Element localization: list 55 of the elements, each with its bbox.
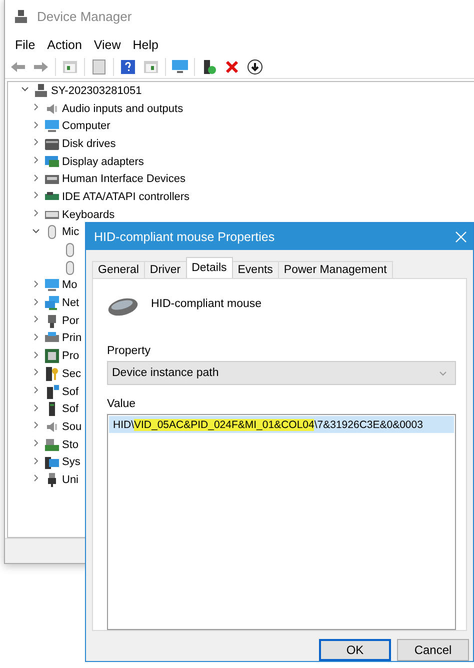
monitor-icon[interactable] xyxy=(171,58,189,76)
tree-item[interactable]: Sto xyxy=(62,438,79,451)
list-item[interactable]: HID\VID_05AC&PID_024F&MI_01&COL04\7&31926C3E&0&0003 xyxy=(109,416,454,433)
network-icon xyxy=(44,295,60,312)
computer-icon xyxy=(33,82,49,99)
tab[interactable]: Details xyxy=(186,257,233,278)
window-icon[interactable] xyxy=(142,58,160,76)
monitor-icon xyxy=(44,277,60,294)
tree-item[interactable]: Computer xyxy=(62,120,110,132)
tree-item[interactable]: Sou xyxy=(62,420,82,433)
window-icon[interactable] xyxy=(61,58,79,76)
help-icon[interactable] xyxy=(119,58,137,76)
dialog-button[interactable]: OK xyxy=(319,639,391,661)
tree-item[interactable]: Sof xyxy=(62,386,79,398)
monitor-icon xyxy=(44,118,60,134)
device-name: HID-compliant mouse xyxy=(151,297,262,310)
tree-item[interactable]: Uni xyxy=(62,474,79,486)
tab[interactable]: Power Management xyxy=(278,261,393,278)
system-icon xyxy=(44,454,60,470)
key-icon xyxy=(44,366,60,382)
storage-icon xyxy=(44,436,60,453)
caret-icon xyxy=(439,370,447,376)
device-manager-icon xyxy=(13,8,29,24)
tree-item[interactable]: Mo xyxy=(62,279,78,292)
field-label: Value xyxy=(107,398,137,410)
tree-item[interactable]: Sof xyxy=(62,403,79,416)
dialog-title: HID-compliant mouse Properties xyxy=(94,230,275,244)
tree-item[interactable]: Prin xyxy=(62,332,82,344)
tree-item[interactable]: Audio inputs and outputs xyxy=(62,102,184,115)
window-title: Device Manager xyxy=(37,9,132,24)
tree-item[interactable]: Por xyxy=(62,314,80,327)
display-adapter-icon xyxy=(44,154,60,170)
tree-item[interactable]: Keyboards xyxy=(62,208,115,221)
tree-item[interactable]: SY-202303281051 xyxy=(51,84,142,97)
tree-item[interactable]: IDE ATA/ATAPI controllers xyxy=(62,190,190,203)
tree-item[interactable]: Mic xyxy=(62,226,80,238)
tree-item[interactable]: Display adapters xyxy=(62,156,144,168)
menu-item[interactable]: File xyxy=(9,36,42,54)
download-icon[interactable] xyxy=(246,58,264,76)
field-label: Property xyxy=(107,345,152,357)
property-dropdown[interactable]: Device instance path xyxy=(107,361,456,385)
menu-item[interactable]: Action xyxy=(41,36,88,54)
menu-item[interactable]: View xyxy=(88,36,127,54)
tree-item[interactable]: Disk drives xyxy=(62,138,116,150)
menu-item[interactable]: Help xyxy=(126,36,164,54)
tree-item[interactable]: Net xyxy=(62,297,80,310)
dialog-button[interactable]: Cancel xyxy=(397,639,469,661)
tab[interactable]: General xyxy=(92,261,145,278)
tree-item[interactable]: Human Interface Devices xyxy=(62,173,186,186)
close-icon[interactable] xyxy=(455,230,467,242)
delete-icon[interactable] xyxy=(223,58,241,76)
tree-item[interactable]: Sys xyxy=(62,456,80,468)
tree-item[interactable]: Pro xyxy=(62,350,80,362)
processor-icon xyxy=(44,348,60,364)
tree-item[interactable]: Sec xyxy=(62,368,81,380)
